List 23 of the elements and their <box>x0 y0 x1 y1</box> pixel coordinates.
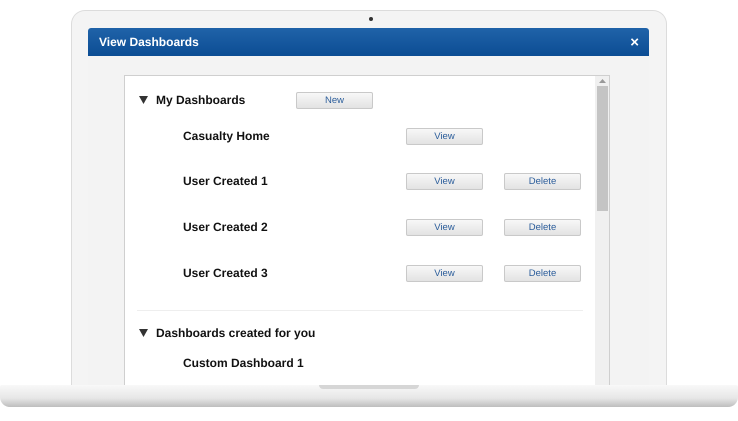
dashboard-name: Casualty Home <box>183 129 271 143</box>
dashboard-name: User Created 1 <box>183 174 269 188</box>
expanded-triangle-icon[interactable] <box>139 329 148 337</box>
close-button[interactable]: × <box>630 34 639 50</box>
camera-icon <box>369 17 373 21</box>
expanded-triangle-icon[interactable] <box>139 96 148 104</box>
view-button[interactable]: View <box>406 218 483 236</box>
new-button[interactable]: New <box>296 92 373 108</box>
delete-button[interactable]: Delete <box>504 218 581 236</box>
view-button[interactable]: View <box>406 172 483 190</box>
dialog-title: View Dashboards <box>99 35 199 49</box>
dashboard-name: User Created 2 <box>183 220 269 234</box>
delete-button[interactable]: Delete <box>504 172 581 190</box>
section-title: My Dashboards <box>156 93 246 107</box>
dashboard-name: User Created 3 <box>183 266 269 280</box>
scrollbar-thumb[interactable] <box>596 86 608 211</box>
section-title: Dashboards created for you <box>156 326 316 340</box>
scrollbar[interactable] <box>595 76 609 385</box>
view-button[interactable]: View <box>406 264 483 282</box>
scroll-up-icon[interactable] <box>598 79 606 83</box>
view-button[interactable]: View <box>406 128 483 144</box>
delete-button[interactable]: Delete <box>504 264 581 282</box>
dashboard-name: Custom Dashboard 1 <box>183 356 305 370</box>
